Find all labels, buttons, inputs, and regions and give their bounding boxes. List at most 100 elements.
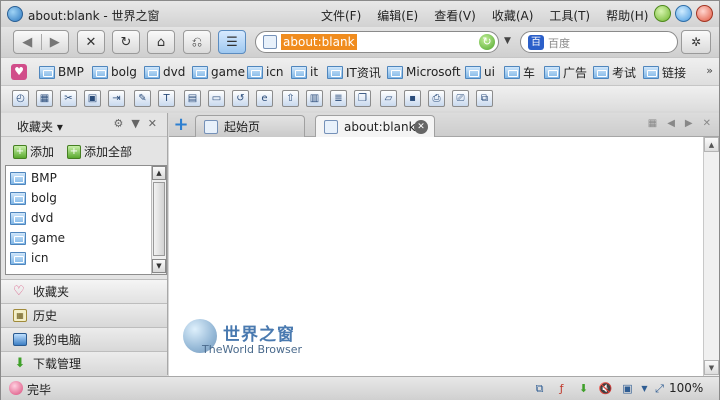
bookmark-folder[interactable]: 广告 [544,63,587,81]
download-arrow-icon[interactable]: ⬇ [576,381,591,396]
clock-icon[interactable]: ◴ [12,90,29,107]
refresh-button[interactable]: ↻ [112,30,140,54]
chevron-down-icon[interactable]: ▼ [131,117,139,130]
chevron-left-icon[interactable]: ◀ [667,118,675,129]
chevron-right-icon[interactable]: ▶ [685,118,693,129]
add-all-label: 添加全部 [84,145,133,159]
sidebar-title[interactable]: 收藏夹 ▾ [17,118,63,135]
print-preview-icon[interactable]: ⎚ [452,90,469,107]
scissors-icon[interactable]: ✂ [60,90,77,107]
text-icon[interactable]: T [158,90,175,107]
close-tab-icon[interactable]: ✕ [414,120,428,134]
add-all-button[interactable]: + 添加全部 [67,143,132,160]
close-icon[interactable]: ✕ [703,118,711,129]
menu-edit[interactable]: 编辑(E) [369,6,426,25]
main-menu-button[interactable]: ☰ [218,30,246,54]
window-icon[interactable]: ▣ [84,90,101,107]
brush-icon[interactable]: ✎ [134,90,151,107]
gear-icon[interactable]: ⚙ [113,117,123,130]
extension-button[interactable]: ✲ [681,30,711,54]
chevron-down-icon[interactable]: ▼ [637,381,652,396]
tab-start-page[interactable]: 起始页 [195,115,305,137]
scroll-thumb[interactable] [153,182,165,256]
new-tab-plus-icon[interactable]: + [173,116,189,134]
back-arrow-icon[interactable]: ◀ [14,35,41,50]
address-bar[interactable]: about:blank ↻ [255,31,499,53]
forward-arrow-icon[interactable]: ▶ [42,35,69,50]
page-scrollbar[interactable]: ▲ ▼ [703,137,719,376]
maximize-button[interactable] [675,5,692,22]
list-scrollbar[interactable]: ▲ ▼ [151,166,166,274]
search-input[interactable]: 百度 [548,35,570,51]
address-input[interactable]: about:blank [281,34,357,50]
menu-view[interactable]: 查看(V) [426,6,484,25]
search-bar[interactable]: 百 百度 [520,31,678,53]
chevron-more-icon[interactable]: » [706,64,713,77]
calendar-icon[interactable]: ▥ [306,90,323,107]
add-favorite-button[interactable]: + 添加 [13,143,54,160]
menu-file[interactable]: 文件(F) [313,6,369,25]
tab-list-icon[interactable]: ▦ [648,118,657,129]
notes-icon[interactable]: ≣ [330,90,347,107]
zoom-icon[interactable]: ⤢ [652,381,667,396]
bookmark-folder[interactable]: 链接 [643,63,686,81]
panel-favorites[interactable]: ♡ 收藏夹 [1,279,167,303]
list-item[interactable]: icn [10,248,49,268]
list-item[interactable]: bolg [10,188,57,208]
close-icon[interactable]: ✕ [148,117,157,130]
chevron-down-icon[interactable]: ▼ [504,36,511,46]
favorites-heart-icon[interactable]: ♥ [11,64,27,80]
popup-block-icon[interactable]: ▣ [620,381,635,396]
bookmark-folder[interactable]: Microsoft [387,63,461,81]
bookmark-folder[interactable]: IT资讯 [327,63,381,81]
panel-downloads[interactable]: ⬇ 下载管理 [1,351,167,375]
grid-icon[interactable]: ▦ [36,90,53,107]
restore-tab-button[interactable]: ⎌ [183,30,211,54]
list-item[interactable]: game [10,228,65,248]
menu-favorites[interactable]: 收藏(A) [484,6,542,25]
save-icon[interactable]: ▪ [404,90,421,107]
bookmark-folder[interactable]: game [192,63,245,81]
bookmark-label: 链接 [662,65,687,80]
page-content[interactable]: 世界之窗 TheWorld Browser ▲ ▼ [169,137,719,376]
ie-icon[interactable]: e [256,90,273,107]
bookmark-folder[interactable]: 车 [504,63,535,81]
list-item[interactable]: BMP [10,168,57,188]
stop-button[interactable]: ✕ [77,30,105,54]
bookmark-folder[interactable]: it [291,63,318,81]
list-item[interactable]: dvd [10,208,53,228]
zoom-level[interactable]: 100% [669,381,703,395]
scroll-down-icon[interactable]: ▼ [152,259,166,273]
page-refresh-icon[interactable]: ↺ [232,90,249,107]
print-icon[interactable]: ⎙ [428,90,445,107]
open-folder-icon[interactable]: ▱ [380,90,397,107]
go-refresh-icon[interactable]: ↻ [479,34,495,50]
menu-help[interactable]: 帮助(H) [598,6,656,25]
bookmark-folder[interactable]: 考试 [593,63,636,81]
copy-icon[interactable]: ❐ [354,90,371,107]
scroll-down-icon[interactable]: ▼ [704,360,719,375]
calculator-icon[interactable]: ▤ [184,90,201,107]
mute-speaker-icon[interactable]: 🔇 [598,381,613,396]
document-icon[interactable]: ▭ [208,90,225,107]
menu-tools[interactable]: 工具(T) [541,6,598,25]
upload-icon[interactable]: ⇧ [282,90,299,107]
arrow-in-icon[interactable]: ⇥ [108,90,125,107]
scroll-up-icon[interactable]: ▲ [704,137,719,152]
bookmark-folder[interactable]: bolg [92,63,137,81]
flash-icon[interactable]: ƒ [554,381,569,396]
window-stack-icon[interactable]: ⧉ [532,381,547,396]
bookmark-folder[interactable]: ui [465,63,495,81]
minimize-button[interactable] [654,5,671,22]
bookmark-folder[interactable]: icn [247,63,284,81]
close-window-button[interactable] [696,5,713,22]
home-button[interactable]: ⌂ [147,30,175,54]
scroll-up-icon[interactable]: ▲ [152,166,166,180]
bookmark-folder[interactable]: BMP [39,63,84,81]
tab-about-blank[interactable]: about:blank ✕ [315,115,435,138]
baidu-paw-icon[interactable]: 百 [528,35,544,50]
bookmark-folder[interactable]: dvd [144,63,185,81]
multi-window-icon[interactable]: ⧉ [476,90,493,107]
panel-my-computer[interactable]: 我的电脑 [1,327,167,351]
panel-history[interactable]: ▦ 历史 [1,303,167,327]
